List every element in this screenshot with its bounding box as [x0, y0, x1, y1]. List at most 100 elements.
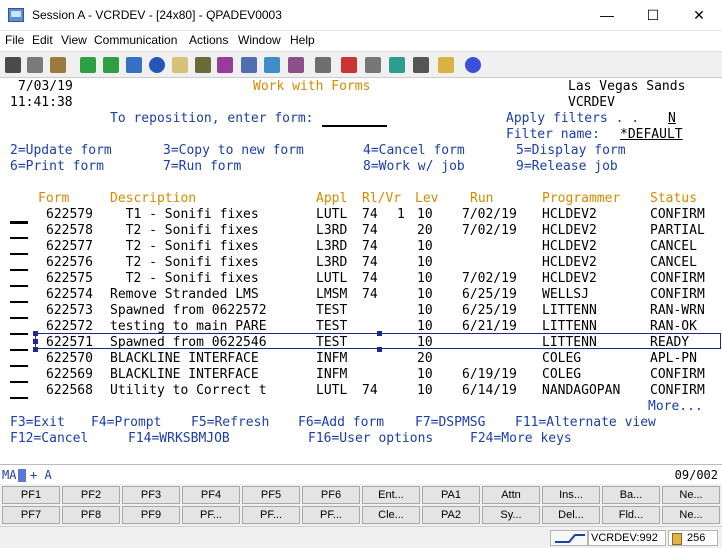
- record-start-icon[interactable]: [365, 57, 381, 73]
- row-option-input[interactable]: [10, 269, 28, 271]
- key-ins-button[interactable]: Ins...: [542, 486, 600, 504]
- menu-communication[interactable]: Communication: [94, 33, 177, 47]
- row-level: 10: [417, 207, 433, 222]
- stop-icon[interactable]: [241, 57, 257, 73]
- row-option-input[interactable]: [10, 317, 28, 319]
- key-pf4-button[interactable]: PF4: [182, 486, 240, 504]
- print-screen-icon[interactable]: [5, 57, 21, 73]
- notes-icon[interactable]: [172, 57, 188, 73]
- key-pa2-button[interactable]: PA2: [422, 506, 480, 524]
- menu-view[interactable]: View: [61, 33, 87, 47]
- row-option-input[interactable]: [10, 365, 28, 367]
- row-option-input[interactable]: [10, 301, 28, 303]
- fkey-f4[interactable]: F4=Prompt: [91, 415, 161, 431]
- key-sy-button[interactable]: Sy...: [482, 506, 540, 524]
- fkey-f14[interactable]: F14=WRKSBMJOB: [128, 431, 230, 447]
- key-pf6-button[interactable]: PF6: [302, 486, 360, 504]
- row-option-input[interactable]: [10, 333, 28, 335]
- reposition-input[interactable]: [322, 125, 387, 127]
- row-run-date: 6/25/19: [462, 303, 517, 318]
- key-pf5-button[interactable]: PF5: [242, 486, 300, 504]
- menu-help[interactable]: Help: [290, 33, 315, 47]
- row-form-number: 622578: [46, 223, 93, 238]
- fkey-f6[interactable]: F6=Add form: [298, 415, 384, 431]
- keypad: PF1 PF2 PF3 PF4 PF5 PF6 Ent... PA1 Attn Ins... Ba.…: [0, 484, 722, 526]
- row-option-input[interactable]: [10, 349, 28, 351]
- fkey-f16[interactable]: F16=User options: [308, 431, 433, 447]
- key-pf1-button[interactable]: PF1: [2, 486, 60, 504]
- key-pf7-button[interactable]: PF7: [2, 506, 60, 524]
- menu-file[interactable]: File: [5, 33, 24, 47]
- selection-handle[interactable]: [33, 331, 38, 336]
- key-ba-button[interactable]: Ba...: [602, 486, 660, 504]
- paste-icon[interactable]: [50, 57, 66, 73]
- record-icon[interactable]: [195, 57, 211, 73]
- play-icon[interactable]: [389, 57, 405, 73]
- row-appl: LUTL: [316, 383, 348, 398]
- key-pf8-button[interactable]: PF8: [62, 506, 120, 524]
- row-form-number: 622570: [46, 351, 93, 366]
- row-run-date: 7/02/19: [462, 271, 517, 286]
- terminal-screen[interactable]: 7/03/19 11:41:38 Work with Forms Las Veg…: [0, 79, 722, 464]
- copy-icon[interactable]: [27, 57, 43, 73]
- row-option-input[interactable]: [10, 381, 28, 383]
- key-fld-button[interactable]: Fld...: [602, 506, 660, 524]
- help-icon[interactable]: [465, 57, 481, 73]
- key-ne-button[interactable]: Ne...: [662, 486, 720, 504]
- pause-icon[interactable]: [413, 57, 429, 73]
- row-form-number: 622576: [46, 255, 93, 270]
- map-icon[interactable]: [288, 57, 304, 73]
- key-pa1-button[interactable]: PA1: [422, 486, 480, 504]
- selection-handle[interactable]: [377, 331, 382, 336]
- fkey-f12[interactable]: F12=Cancel: [10, 431, 88, 447]
- system-name: VCRDEV: [568, 95, 615, 110]
- key-pf-button[interactable]: PF...: [302, 506, 360, 524]
- key-pf-button[interactable]: PF...: [182, 506, 240, 524]
- key-pf3-button[interactable]: PF3: [122, 486, 180, 504]
- menu-actions[interactable]: Actions: [189, 33, 228, 47]
- fkey-f11[interactable]: F11=Alternate view: [515, 415, 656, 431]
- fkey-f24[interactable]: F24=More keys: [470, 431, 572, 447]
- selection-handle[interactable]: [377, 347, 382, 352]
- minimize-button[interactable]: —: [584, 0, 630, 31]
- key-cle-button[interactable]: Cle...: [362, 506, 420, 524]
- key-attn-button[interactable]: Attn: [482, 486, 540, 504]
- key-pf2-button[interactable]: PF2: [62, 486, 120, 504]
- receive-icon[interactable]: [103, 57, 119, 73]
- fkey-f5[interactable]: F5=Refresh: [191, 415, 269, 431]
- header-description: Description: [110, 191, 197, 206]
- filter-name-input[interactable]: *DEFAULT: [620, 127, 683, 143]
- row-level: 10: [417, 287, 433, 302]
- close-button[interactable]: ✕: [676, 0, 722, 31]
- key-ne-button[interactable]: Ne...: [662, 506, 720, 524]
- key-pf9-button[interactable]: PF9: [122, 506, 180, 524]
- row-programmer: COLEG: [542, 367, 582, 382]
- menu-edit[interactable]: Edit: [32, 33, 53, 47]
- red-x-icon[interactable]: [341, 57, 357, 73]
- selection-handle[interactable]: [33, 339, 38, 344]
- apply-filters-input[interactable]: N: [668, 111, 676, 127]
- row-form-number: 622575: [46, 271, 93, 286]
- row-option-input[interactable]: [10, 253, 28, 255]
- key-ent-button[interactable]: Ent...: [362, 486, 420, 504]
- key-pf-button[interactable]: PF...: [242, 506, 300, 524]
- row-option-input[interactable]: [10, 237, 28, 239]
- maximize-button[interactable]: ☐: [630, 0, 676, 31]
- menu-window[interactable]: Window: [238, 33, 281, 47]
- selection-handle[interactable]: [33, 347, 38, 352]
- option-3: 3=Copy to new form: [163, 143, 304, 158]
- display-icon[interactable]: [126, 57, 142, 73]
- row-programmer: LITTENN: [542, 303, 597, 318]
- key-del-button[interactable]: Del...: [542, 506, 600, 524]
- row-option-input[interactable]: [10, 285, 28, 287]
- send-icon[interactable]: [80, 57, 96, 73]
- grid-icon[interactable]: [315, 57, 331, 73]
- fkey-f7[interactable]: F7=DSPMSG: [415, 415, 485, 431]
- compass-icon[interactable]: [149, 57, 165, 73]
- macro-icon[interactable]: [217, 57, 233, 73]
- header-rlvr: Rl/Vr: [362, 191, 402, 206]
- keypad-icon[interactable]: [264, 57, 280, 73]
- fkey-f3[interactable]: F3=Exit: [10, 415, 65, 431]
- notepad-icon[interactable]: [438, 57, 454, 73]
- row-option-input[interactable]: [10, 397, 28, 399]
